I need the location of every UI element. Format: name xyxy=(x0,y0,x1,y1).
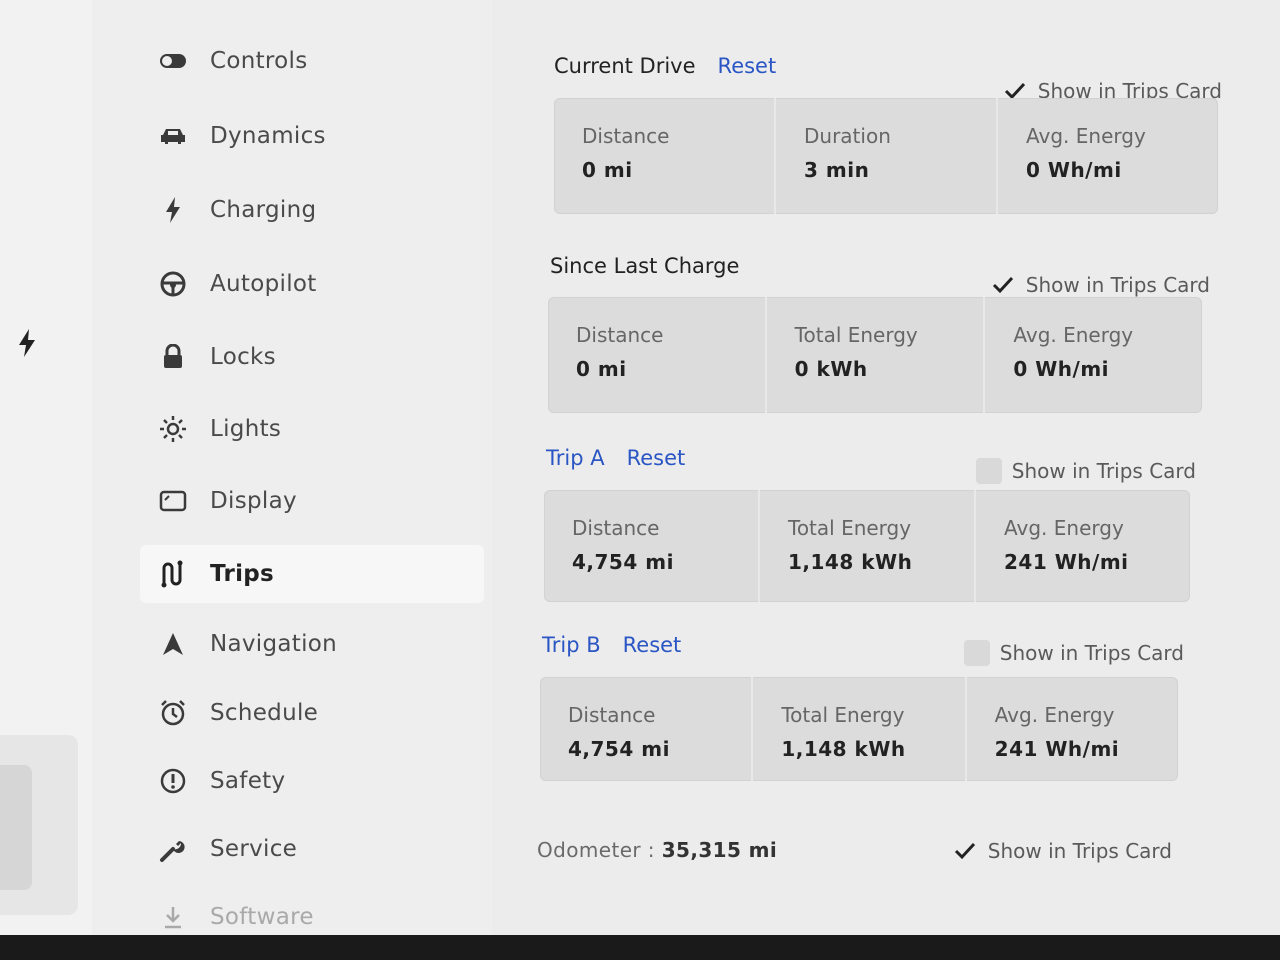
checkbox-label: Show in Trips Card xyxy=(1025,273,1210,297)
stat-distance: Distance 4,754 mi xyxy=(540,677,754,781)
alert-circle-icon xyxy=(158,766,188,796)
car-icon xyxy=(158,121,188,151)
sidebar-item-label: Service xyxy=(210,836,298,862)
show-in-trips-card-trip-a[interactable]: Show in Trips Card xyxy=(975,458,1196,484)
show-in-trips-card-since-last-charge[interactable]: Show in Trips Card xyxy=(990,272,1210,298)
sidebar-item-label: Dynamics xyxy=(210,123,326,149)
sidebar-item-locks[interactable]: Locks xyxy=(140,328,484,386)
checkbox-label: Show in Trips Card xyxy=(1011,459,1196,483)
stat-avg-energy: Avg. Energy 0 Wh/mi xyxy=(1026,124,1146,182)
show-in-trips-card-odometer[interactable]: Show in Trips Card xyxy=(952,838,1172,864)
stat-distance: Distance 4,754 mi xyxy=(544,490,760,602)
sidebar-item-lights[interactable]: Lights xyxy=(140,400,484,458)
left-strip xyxy=(0,0,93,935)
checkmark-icon[interactable] xyxy=(952,838,978,864)
sidebar-item-label: Charging xyxy=(210,197,317,223)
download-icon xyxy=(158,902,188,932)
stat-distance: Distance 0 mi xyxy=(554,98,776,214)
section-title[interactable]: Trip B xyxy=(542,633,601,657)
sidebar-item-software[interactable]: Software xyxy=(140,888,484,935)
sidebar-item-label: Display xyxy=(210,488,297,514)
sidebar-item-label: Software xyxy=(210,904,314,930)
steering-wheel-icon xyxy=(158,269,188,299)
since-last-charge-stats: Distance 0 mi Total Energy 0 kWh Avg. En… xyxy=(548,297,1202,413)
stat-total-energy: Total Energy 0 kWh xyxy=(767,297,986,413)
navigation-arrow-icon xyxy=(158,629,188,659)
sidebar-item-label: Safety xyxy=(210,768,286,794)
sidebar-item-display[interactable]: Display xyxy=(140,472,484,530)
display-icon xyxy=(158,486,188,516)
checkbox-label: Show in Trips Card xyxy=(987,839,1172,863)
sun-icon xyxy=(158,414,188,444)
sidebar-item-service[interactable]: Service xyxy=(140,820,484,878)
wrench-icon xyxy=(158,834,188,864)
settings-sidebar: Controls Dynamics Charging Autopilot Loc xyxy=(92,0,492,935)
stat-duration: Duration 3 min xyxy=(776,98,998,214)
bolt-icon xyxy=(19,329,35,357)
screen: Controls Dynamics Charging Autopilot Loc xyxy=(0,0,1280,935)
sidebar-item-label: Autopilot xyxy=(210,271,317,297)
sidebar-item-controls[interactable]: Controls xyxy=(140,32,484,90)
sidebar-item-label: Trips xyxy=(210,561,275,587)
checkmark-icon[interactable] xyxy=(990,272,1016,298)
stat-avg-energy: Avg. Energy 0 Wh/mi xyxy=(1013,323,1134,381)
odometer: Odometer : 35,315 mi xyxy=(537,838,777,862)
toggle-icon xyxy=(158,46,188,76)
reset-trip-b-button[interactable]: Reset xyxy=(623,633,682,657)
stat-avg-energy: Avg. Energy 241 Wh/mi xyxy=(994,703,1120,761)
alarm-clock-icon xyxy=(158,698,188,728)
checkbox[interactable] xyxy=(963,640,990,666)
sidebar-item-navigation[interactable]: Navigation xyxy=(140,615,484,673)
sidebar-item-autopilot[interactable]: Autopilot xyxy=(140,255,484,313)
trips-content: Current Drive Reset Show in Trips Card D… xyxy=(492,0,1280,935)
section-title: Since Last Charge xyxy=(550,254,740,278)
odometer-separator: : xyxy=(647,838,655,862)
drag-handle[interactable] xyxy=(0,765,32,890)
section-title[interactable]: Trip A xyxy=(546,446,605,470)
odometer-value: 35,315 mi xyxy=(661,838,778,862)
trip-b-header: Trip B Reset xyxy=(542,633,681,657)
reset-trip-a-button[interactable]: Reset xyxy=(627,446,686,470)
sidebar-item-dynamics[interactable]: Dynamics xyxy=(140,107,484,165)
show-in-trips-card-trip-b[interactable]: Show in Trips Card xyxy=(963,640,1184,666)
sidebar-item-label: Lights xyxy=(210,416,282,442)
reset-current-drive-button[interactable]: Reset xyxy=(718,54,777,78)
stat-distance: Distance 0 mi xyxy=(548,297,767,413)
sidebar-item-safety[interactable]: Safety xyxy=(140,752,484,810)
trip-b-stats: Distance 4,754 mi Total Energy 1,148 kWh… xyxy=(540,677,1178,781)
current-drive-stats: Distance 0 mi Duration 3 min Avg. Energy… xyxy=(554,98,1218,214)
odometer-label: Odometer xyxy=(537,838,642,862)
stat-avg-energy: Avg. Energy 241 Wh/mi xyxy=(1004,516,1129,574)
bolt-icon xyxy=(158,195,188,225)
checkbox[interactable] xyxy=(975,458,1002,484)
sidebar-item-label: Locks xyxy=(210,344,276,370)
sidebar-item-charging[interactable]: Charging xyxy=(140,181,484,239)
sidebar-item-label: Controls xyxy=(210,48,308,74)
sidebar-item-schedule[interactable]: Schedule xyxy=(140,684,484,742)
stat-total-energy: Total Energy 1,148 kWh xyxy=(760,490,976,602)
stat-total-energy: Total Energy 1,148 kWh xyxy=(753,677,967,781)
checkbox-label: Show in Trips Card xyxy=(999,641,1184,665)
section-title: Current Drive xyxy=(554,54,696,78)
trip-a-stats: Distance 4,754 mi Total Energy 1,148 kWh… xyxy=(544,490,1190,602)
trips-icon xyxy=(158,559,188,589)
lock-icon xyxy=(158,342,188,372)
current-drive-header: Current Drive Reset xyxy=(554,54,776,78)
trip-a-header: Trip A Reset xyxy=(546,446,685,470)
sidebar-item-label: Schedule xyxy=(210,700,319,726)
since-last-charge-header: Since Last Charge xyxy=(550,254,739,278)
sidebar-item-label: Navigation xyxy=(210,631,338,657)
sidebar-item-trips[interactable]: Trips xyxy=(140,545,484,603)
